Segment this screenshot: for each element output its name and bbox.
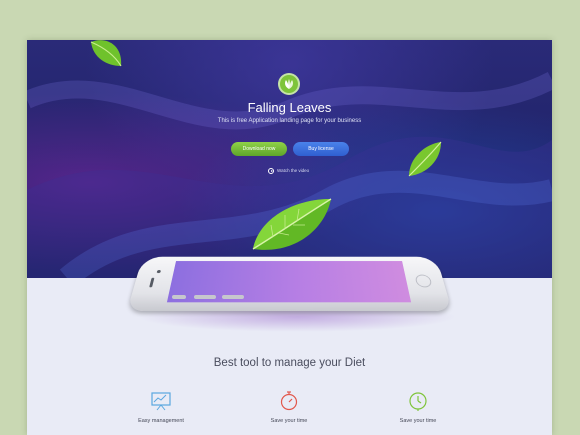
falling-leaf-icon [408,141,442,177]
watch-video-label: Watch the video [277,168,310,173]
feature-item: Save your time [244,390,334,424]
page-title: Falling Leaves [247,100,332,115]
clock-icon [409,392,427,411]
speaker-icon [149,277,155,288]
feature-label: Save your time [399,418,437,424]
feature-label: Save your time [270,418,308,424]
play-icon [268,167,274,174]
page-subtitle: This is free Application landing page fo… [217,118,362,124]
falling-leaf-icon [252,198,332,250]
buy-license-button[interactable]: Buy license [293,142,349,156]
camera-icon [156,270,162,274]
stopwatch-icon [280,391,298,411]
download-now-button[interactable]: Download now [231,142,287,156]
watch-video-link[interactable]: Watch the video [268,167,309,175]
section-heading: Best tool to manage your Diet [213,357,366,369]
falling-leaf-icon [90,40,122,67]
phone-mockup [127,256,452,311]
volume-button-icon [222,295,244,299]
volume-button-icon [172,295,186,299]
feature-item: Easy management [116,390,206,424]
presentation-board-icon [151,392,171,411]
home-button-icon [414,274,433,288]
app-logo [278,73,300,95]
volume-button-icon [194,295,216,299]
feature-item: Save your time [373,390,463,424]
feature-label: Easy management [138,418,184,424]
landing-page: Falling Leaves This is free Application … [27,40,552,435]
leaf-logo-icon [285,79,293,89]
